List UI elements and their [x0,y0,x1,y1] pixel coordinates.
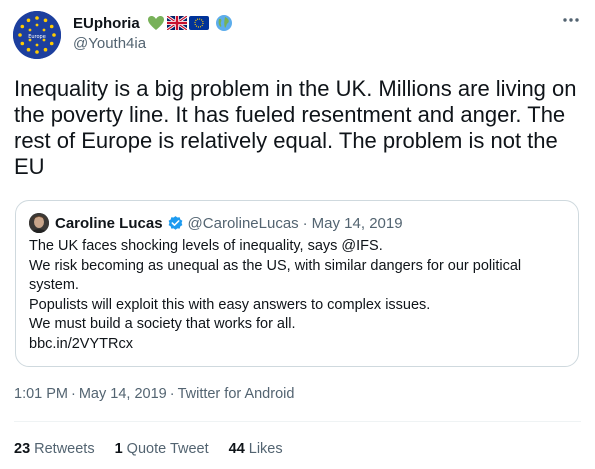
name-emojis [147,14,233,32]
author-avatar[interactable]: Europe [13,11,61,59]
quoted-author-avatar[interactable] [29,213,49,233]
quote-tweets-count: 1 [114,441,123,457]
quoted-tweet-card[interactable]: Caroline Lucas @CarolineLucas · May 14, … [15,200,579,367]
eu-stars-logo: Europe [13,11,61,59]
quoted-line: We must build a society that works for a… [29,316,296,332]
retweets-label: Retweets [34,441,95,457]
more-dots-icon [563,18,579,22]
likes-count: 44 [228,441,245,457]
quoted-line: Populists will exploit this with easy an… [29,296,431,313]
quoted-separator: · [302,214,308,232]
tweet-meta: 1:01 PM · May 14, 2019 · Twitter for And… [14,386,294,402]
tweet-date[interactable]: May 14, 2019 [79,386,167,402]
eu-flag-icon [188,16,209,30]
quoted-tweet-body: The UK faces shocking levels of inequali… [29,237,569,354]
author-block: EUphoria @Youth4ia [73,13,233,52]
retweets-stat[interactable]: 23 Retweets [14,441,95,457]
author-name[interactable]: EUphoria [73,15,140,32]
quoted-line: The UK faces shocking levels of inequali… [29,238,383,254]
globe-icon [215,15,232,31]
svg-text:Europe: Europe [28,34,46,40]
tweet-source[interactable]: Twitter for Android [178,386,295,402]
quoted-author-name[interactable]: Caroline Lucas [55,215,163,232]
quoted-date[interactable]: May 14, 2019 [312,215,403,232]
quoted-author-handle[interactable]: @CarolineLucas [188,215,299,232]
quoted-line: We risk becoming as unequal as the US, w… [29,257,522,294]
verified-badge-icon [167,215,184,232]
quote-tweets-label: Quote Tweet [126,441,209,457]
author-handle[interactable]: @Youth4ia [73,35,233,52]
likes-stat[interactable]: 44 Likes [229,441,283,457]
name-row: EUphoria [73,13,233,33]
divider [14,421,581,422]
meta-separator: · [71,386,76,402]
likes-label: Likes [248,441,283,457]
tweet-time[interactable]: 1:01 PM [14,386,68,402]
quoted-link[interactable]: bbc.in/2VYTRcx [29,335,569,355]
tweet-text: Inequality is a big problem in the UK. M… [14,76,577,179]
green-heart-icon [147,16,164,30]
person-photo [29,213,49,233]
quoted-tweet-header: Caroline Lucas @CarolineLucas · May 14, … [29,213,403,233]
meta-separator: · [169,386,175,402]
retweets-count: 23 [14,441,31,457]
quote-tweets-stat[interactable]: 1 Quote Tweet [115,441,209,457]
more-options-button[interactable] [558,10,584,30]
engagement-stats: 23 Retweets 1 Quote Tweet 44 Likes [14,441,283,457]
uk-flag-icon [166,16,187,30]
